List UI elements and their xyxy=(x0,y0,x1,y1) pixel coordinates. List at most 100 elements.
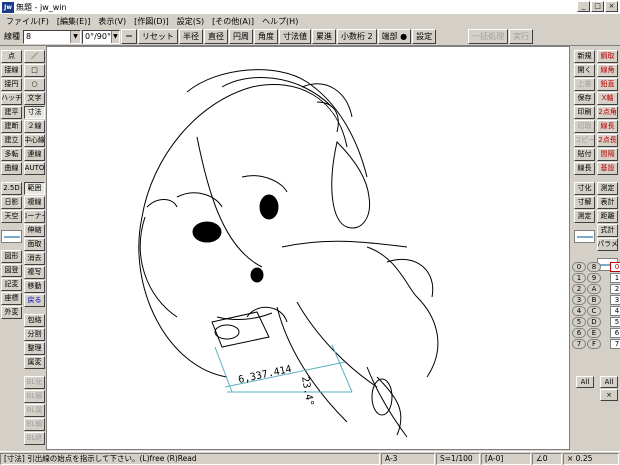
close-button[interactable]: × xyxy=(605,1,618,12)
tool-button-col2a-5[interactable]: ２線 xyxy=(24,120,45,133)
layer-button-14[interactable]: 7 xyxy=(572,339,586,349)
group-button-7[interactable]: 7 xyxy=(610,339,620,349)
tool-button-col2a-8[interactable]: AUTO xyxy=(24,162,45,175)
tool-button-col1a-3[interactable]: 保存 xyxy=(574,92,595,105)
layer-button-15[interactable]: F xyxy=(587,339,601,349)
tool-button-col1c-2[interactable]: 記変 xyxy=(1,278,22,291)
menu-item-1[interactable]: [編集(E)] xyxy=(53,16,95,27)
layer-button-12[interactable]: 6 xyxy=(572,328,586,338)
tool-button-col1a-2[interactable]: 接円 xyxy=(1,78,22,91)
tool-button-col1a-5[interactable]: 切取 xyxy=(574,120,595,133)
tool-button-col2a-1[interactable]: 線角 xyxy=(597,64,618,77)
tool-button-col1a-0[interactable]: 新規 xyxy=(574,50,595,63)
tool-button-col2a-6[interactable]: 中心線 xyxy=(24,134,45,147)
tool-button-col1a-0[interactable]: 点 xyxy=(1,50,22,63)
tool-button-col2a-2[interactable]: 鉛直 xyxy=(597,78,618,91)
toolbar-button-7[interactable]: 累進 xyxy=(312,29,336,44)
tool-button-col1a-4[interactable]: 印刷 xyxy=(574,106,595,119)
drawing-canvas[interactable]: 6,337.414 23.4° xyxy=(46,46,570,450)
tool-button-col2a-5[interactable]: 線長 xyxy=(597,120,618,133)
tool-button-col2b-2[interactable]: コーナー xyxy=(24,210,45,223)
toolbar-button-4[interactable]: 円周 xyxy=(229,29,253,44)
line-type-select[interactable]: 8 ▼ xyxy=(23,29,81,44)
layer-button-0[interactable]: 0 xyxy=(572,262,586,272)
tool-button-col1c-0[interactable]: 図形 xyxy=(1,250,22,263)
tool-button-col2a-4[interactable]: 2点角 xyxy=(597,106,618,119)
group-button-1[interactable]: 1 xyxy=(610,273,620,283)
menu-item-0[interactable]: ファイル(F) xyxy=(2,16,53,27)
tool-button-col2d-0[interactable]: BL化 xyxy=(24,376,45,389)
tool-button-col1b-0[interactable]: 2.5D xyxy=(1,182,22,195)
group-button-4[interactable]: 4 xyxy=(610,306,620,316)
layer-button-1[interactable]: 8 xyxy=(587,262,601,272)
tool-button-col2b-6[interactable]: 複写 xyxy=(24,266,45,279)
tool-button-col2b-1[interactable]: 複線 xyxy=(24,196,45,209)
tool-button-col2d-3[interactable]: BL編 xyxy=(24,418,45,431)
tool-button-col1a-5[interactable]: 建断 xyxy=(1,120,22,133)
tool-button-col2a-2[interactable]: ○ xyxy=(24,78,45,91)
layer-all-button[interactable]: All xyxy=(576,376,594,388)
toolbar-button-10[interactable]: 設定 xyxy=(412,29,437,44)
tool-button-col2a-4[interactable]: 寸法 xyxy=(24,106,45,119)
panel-close-button[interactable]: × xyxy=(600,389,618,401)
group-all-button[interactable]: All xyxy=(600,376,618,388)
menu-item-6[interactable]: ヘルプ(H) xyxy=(258,16,302,27)
tool-button-col1a-6[interactable]: コピー xyxy=(574,134,595,147)
tool-button-col2d-4[interactable]: BL終 xyxy=(24,432,45,445)
toolbar-button-3[interactable]: 直径 xyxy=(204,29,228,44)
tool-button-col1a-1[interactable]: 接線 xyxy=(1,64,22,77)
layer-button-11[interactable]: D xyxy=(587,317,601,327)
layer-button-3[interactable]: 9 xyxy=(587,273,601,283)
tool-button-col1a-8[interactable]: 線長 xyxy=(574,162,595,175)
tool-button-col2c-2[interactable]: 整理 xyxy=(24,342,45,355)
layer-button-10[interactable]: 5 xyxy=(572,317,586,327)
tool-button-col2d-1[interactable]: BL解 xyxy=(24,390,45,403)
menu-item-3[interactable]: [作図(D)] xyxy=(130,16,173,27)
maximize-button[interactable]: □ xyxy=(591,1,604,12)
app-icon[interactable]: Jw xyxy=(2,1,14,13)
layer-button-4[interactable]: 2 xyxy=(572,284,586,294)
tool-button-col2b-3[interactable]: 式計 xyxy=(597,224,618,237)
angle-readout[interactable]: ∠0 xyxy=(532,452,562,465)
layer-button-13[interactable]: E xyxy=(587,328,601,338)
tool-button-col2a-7[interactable]: 連線 xyxy=(24,148,45,161)
tool-button-col1b-2[interactable]: 天空 xyxy=(1,210,22,223)
group-button-2[interactable]: 2 xyxy=(610,284,620,294)
tool-button-col2c-1[interactable]: 分割 xyxy=(24,328,45,341)
toolbar-button-0[interactable]: ＝ xyxy=(121,29,137,44)
tool-button-col1c-1[interactable]: 図登 xyxy=(1,264,22,277)
toolbar-button-2[interactable]: 半径 xyxy=(179,29,203,44)
tool-button-col1a-7[interactable]: 貼付 xyxy=(574,148,595,161)
tool-button-col2a-3[interactable]: X軸 xyxy=(597,92,618,105)
layer-button-8[interactable]: 4 xyxy=(572,306,586,316)
tool-button-col2b-1[interactable]: 表計 xyxy=(597,196,618,209)
tool-button-col2a-3[interactable]: 文字 xyxy=(24,92,45,105)
toolbar-button-6[interactable]: 寸法値 xyxy=(279,29,311,44)
tool-button-col2b-0[interactable]: 範囲 xyxy=(24,182,45,195)
tool-button-col1a-2[interactable]: 上書 xyxy=(574,78,595,91)
layer-button-7[interactable]: B xyxy=(587,295,601,305)
tool-button-col2b-5[interactable]: 消去 xyxy=(24,252,45,265)
tool-button-col1a-3[interactable]: ハッチ xyxy=(1,92,22,105)
tool-button-col2d-2[interactable]: BL属 xyxy=(24,404,45,417)
tool-button-col1b-1[interactable]: 日影 xyxy=(1,196,22,209)
group-button-0[interactable]: 0 xyxy=(610,262,620,272)
toolbar-button-9[interactable]: 端部 ● xyxy=(377,29,412,44)
current-layer[interactable]: [A-0] xyxy=(481,452,531,465)
minimize-button[interactable]: _ xyxy=(577,1,590,12)
tool-button-col2b-8[interactable]: 戻る xyxy=(24,294,45,307)
zoom-readout[interactable]: × 0.25 xyxy=(563,452,619,465)
scale[interactable]: S=1/100 xyxy=(436,452,480,465)
tool-button-col2b-7[interactable]: 移動 xyxy=(24,280,45,293)
tool-button-col2b-4[interactable]: 面取 xyxy=(24,238,45,251)
group-button-3[interactable]: 3 xyxy=(610,295,620,305)
layer-button-5[interactable]: A xyxy=(587,284,601,294)
tool-button-col1c-4[interactable]: 外変 xyxy=(1,306,22,319)
tool-button-col2a-6[interactable]: 2点長 xyxy=(597,134,618,147)
tool-button-col2b-3[interactable]: 伸縮 xyxy=(24,224,45,237)
layer-button-6[interactable]: 3 xyxy=(572,295,586,305)
layer-button-9[interactable]: C xyxy=(587,306,601,316)
tool-button-col1c-3[interactable]: 座標 xyxy=(1,292,22,305)
layer-button-2[interactable]: 1 xyxy=(572,273,586,283)
tool-button-col2a-8[interactable]: 基設 xyxy=(597,162,618,175)
